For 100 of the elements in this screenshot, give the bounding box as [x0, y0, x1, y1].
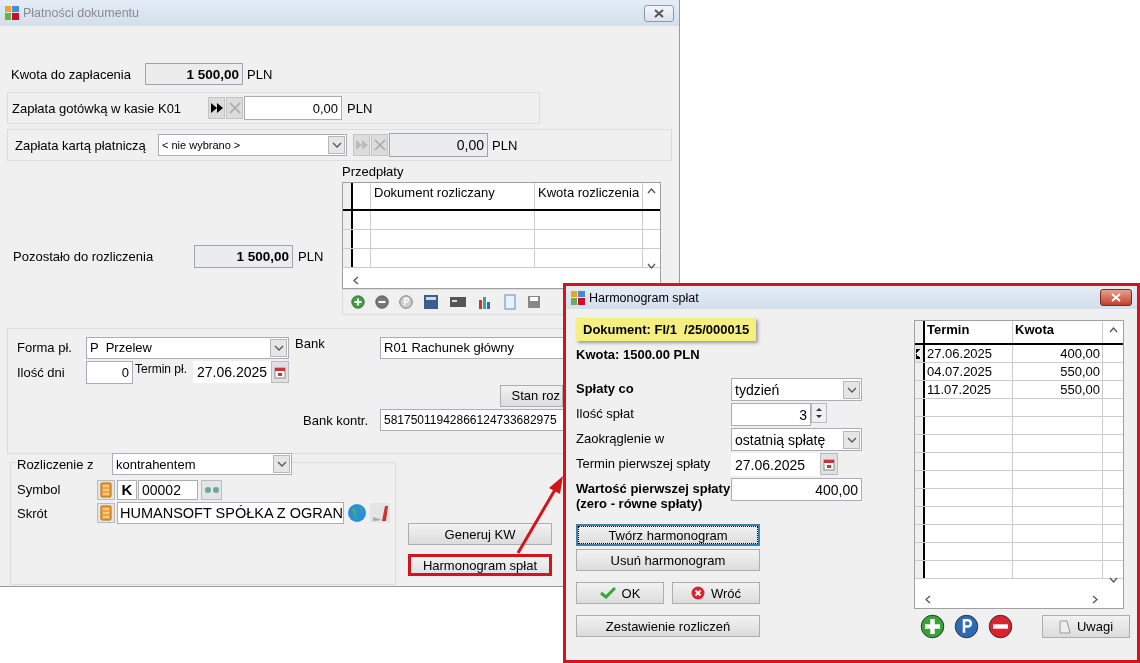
delete-schedule-button[interactable]: Usuń harmonogram	[576, 549, 760, 571]
row-header	[915, 399, 925, 416]
globe-icon[interactable]	[347, 503, 367, 523]
fill-button[interactable]	[208, 97, 225, 119]
save-icon[interactable]	[527, 295, 541, 309]
calendar-button[interactable]	[820, 453, 838, 475]
row-header	[915, 489, 925, 506]
app-icon	[571, 290, 585, 305]
ok-button[interactable]: OK	[576, 582, 664, 604]
row-header[interactable]	[915, 381, 925, 398]
field-label: Forma pł.	[17, 340, 73, 355]
account-field: 58175011942866124733682975	[380, 409, 564, 431]
row-header[interactable]	[915, 363, 925, 380]
symbol-input[interactable]: 00002	[138, 479, 198, 500]
close-button[interactable]	[644, 4, 674, 22]
settlement-select[interactable]: kontrahentem	[112, 453, 292, 475]
field-label: Pozostało do rozliczenia	[12, 249, 155, 264]
scroll-down-icon[interactable]	[1109, 577, 1118, 583]
calendar-button[interactable]	[271, 361, 289, 383]
fast-forward-icon	[354, 139, 369, 151]
chart-icon[interactable]	[477, 294, 493, 310]
currency-label: PLN	[347, 100, 373, 116]
row-header	[915, 561, 925, 578]
chevron-down-icon	[331, 142, 342, 148]
remove-icon[interactable]	[375, 295, 389, 309]
row-header	[915, 417, 925, 434]
scroll-right-icon[interactable]	[1092, 595, 1098, 604]
section-label: Przedpłaty	[342, 164, 405, 181]
spin-input[interactable]: 3	[731, 403, 811, 426]
card-icon[interactable]	[449, 295, 467, 309]
row-header	[915, 453, 925, 470]
note-icon	[1058, 619, 1071, 634]
row-header[interactable]	[915, 345, 925, 362]
payment-form-select[interactable]: P Przelew	[86, 336, 289, 359]
app-icon	[5, 6, 19, 20]
field-label: Zaokrąglenie w	[576, 430, 666, 446]
currency-label: PLN	[247, 66, 273, 82]
chevron-down-icon	[846, 436, 857, 443]
table-cell: 550,00	[1013, 381, 1103, 398]
scroll-down-icon[interactable]	[647, 263, 656, 269]
row-header	[915, 543, 925, 560]
table-cell: 27.06.2025	[925, 345, 1013, 362]
field-label: Ilość dni	[17, 364, 66, 380]
date-input[interactable]: 27.06.2025	[731, 453, 820, 476]
currency-label: PLN	[492, 137, 518, 153]
cash-input[interactable]: 0,00	[244, 96, 342, 120]
card-amount-field: 0,00	[389, 133, 488, 157]
dropdown-button[interactable]	[328, 136, 345, 154]
field-label: Skrót	[17, 505, 49, 521]
create-schedule-button[interactable]: Twórz harmonogram	[576, 524, 760, 546]
currency-label: PLN	[298, 249, 324, 264]
scroll-up-icon[interactable]	[647, 188, 656, 194]
card-select[interactable]: < nie wybrano >	[158, 134, 347, 156]
dropdown-button[interactable]	[273, 455, 290, 473]
scroll-left-icon[interactable]	[353, 276, 359, 285]
dropdown-button[interactable]	[843, 380, 860, 399]
generate-button[interactable]: Generuj KW	[408, 523, 552, 545]
field-label: Zapłata gotówką w kasie K01	[12, 100, 183, 116]
amount-text: Kwota: 1500.00 PLN	[576, 347, 701, 362]
schedule-button[interactable]: Harmonogram spłat	[408, 554, 552, 576]
row-header	[915, 435, 925, 452]
scroll-up-icon[interactable]	[1109, 327, 1118, 333]
chevron-down-icon	[273, 344, 284, 351]
bank-field: R01 Rachunek główny	[380, 336, 564, 359]
column-header: Kwota	[1013, 321, 1103, 343]
check-icon	[599, 587, 616, 599]
window-title: Harmonogram spłat	[589, 290, 700, 305]
field-label: Zapłata kartą płatniczą	[15, 137, 147, 153]
fast-forward-icon	[209, 102, 224, 114]
field-label: Wartość pierwszej spłaty (zero - równe spłaty)	[576, 480, 731, 511]
prefix-field: K	[117, 479, 137, 500]
summary-button[interactable]: Zestawienie rozliczeń	[576, 615, 760, 637]
short-name-input[interactable]: HUMANSOFT SPÓŁKA Z OGRAN	[117, 502, 344, 524]
column-header: Termin	[925, 321, 1013, 343]
p-icon[interactable]	[399, 295, 413, 309]
dropdown-button[interactable]	[843, 430, 860, 449]
add-icon[interactable]	[920, 614, 945, 639]
spinner-button[interactable]	[811, 403, 827, 423]
due-date-input[interactable]: 27.06.2025	[193, 361, 271, 383]
remove-icon[interactable]	[988, 614, 1013, 639]
chevron-down-icon	[276, 461, 287, 467]
back-button[interactable]: Wróć	[672, 582, 760, 604]
select-field[interactable]: ostatnią spłatę	[731, 428, 862, 451]
chevron-down-icon	[846, 386, 857, 393]
close-button[interactable]	[1100, 289, 1132, 306]
scroll-left-icon[interactable]	[925, 595, 931, 604]
calculator-icon[interactable]	[423, 294, 439, 310]
value-input[interactable]: 400,00	[731, 478, 862, 501]
days-input[interactable]: 0	[86, 360, 133, 384]
notes-button[interactable]: Uwagi	[1042, 615, 1130, 638]
select-field[interactable]: tydzień	[731, 378, 862, 401]
book-icon[interactable]	[97, 479, 115, 500]
dropdown-button[interactable]	[270, 338, 287, 357]
status-button[interactable]: Stan roz	[500, 384, 563, 407]
close-icon	[1111, 293, 1121, 302]
table-cell: 04.07.2025	[925, 363, 1013, 380]
field-label: Spłaty co	[576, 380, 635, 396]
document-badge: Dokument: FI/1 /25/000015	[576, 318, 757, 341]
field-label: Termin pierwszej spłaty	[576, 455, 712, 471]
field-label: Kwota do zapłacenia	[10, 66, 132, 82]
